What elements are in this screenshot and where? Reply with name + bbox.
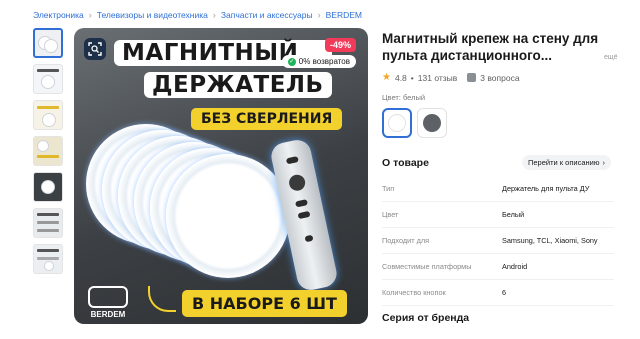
chevron-right-icon: › [212,10,216,20]
breadcrumb-item[interactable]: BERDEM [326,10,362,20]
product-title: Магнитный крепеж на стену для пульта дис… [382,31,599,63]
banner-title: МАГНИТНЫЙ ДЕРЖАТЕЛЬ [114,40,332,104]
thumbnail-list [33,28,65,280]
chevron-right-icon: › [317,10,321,20]
attribute-row: Цвет Белый [382,202,614,228]
chevron-right-icon: › [88,10,92,20]
visual-search-icon[interactable] [84,38,106,60]
about-heading: О товаре [382,157,429,169]
attributes-table: Тип Держатель для пульта ДУ Цвет Белый П… [382,176,614,306]
returns-badge: ✓ 0% возвратов [281,55,356,68]
color-swatch-white[interactable] [382,108,412,138]
thumbnail[interactable] [33,244,63,274]
breadcrumb-item[interactable]: Электроника [33,10,84,20]
thumbnail[interactable] [33,28,63,58]
rating-row: ★ 4.8 • 131 отзыв 3 вопроса [382,72,520,83]
to-description-label: Перейти к описанию [528,158,600,167]
brand-mark-icon [88,286,128,308]
attribute-row: Тип Держатель для пульта ДУ [382,176,614,202]
banner-line2: ДЕРЖАТЕЛЬ [144,72,332,98]
to-description-button[interactable]: Перейти к описанию › [522,155,611,170]
rating-value: 4.8 [394,72,407,83]
thumbnail[interactable] [33,100,63,130]
thumbnail[interactable] [33,208,63,238]
attribute-row: Совместимые платформы Android [382,254,614,280]
attribute-row: Подходит для Samsung, TCL, Xiaomi, Sony [382,228,614,254]
no-drilling-chip: БЕЗ СВЕРЛЕНИЯ [191,108,343,130]
arrow-icon [148,286,176,312]
breadcrumb: Электроника › Телевизоры и видеотехника … [33,10,362,20]
reviews-link[interactable]: 131 отзыв [418,73,458,83]
questions-link[interactable]: 3 вопроса [480,73,519,83]
thumbnail[interactable] [33,136,63,166]
attribute-key: Подходит для [382,236,430,245]
color-dot [423,114,441,132]
returns-label: 0% возвратов [298,57,350,66]
discount-badge: -49% [324,38,356,52]
breadcrumb-item[interactable]: Телевизоры и видеотехника [97,10,208,20]
attribute-row: Количество кнопок 6 [382,280,614,306]
thumbnail[interactable] [33,172,63,202]
attribute-value: Белый [502,210,525,219]
set-count-chip: В НАБОРЕ 6 ШТ [182,290,347,317]
thumbnail[interactable] [33,64,63,94]
color-dot [388,114,406,132]
attribute-value: Android [502,262,528,271]
star-icon: ★ [382,72,391,83]
attribute-key: Тип [382,184,395,193]
attribute-value: Samsung, TCL, Xiaomi, Sony [502,236,598,245]
chevron-right-icon: › [602,158,605,167]
more-link[interactable]: ещё [604,54,618,61]
attribute-key: Цвет [382,210,399,219]
main-product-image[interactable]: МАГНИТНЫЙ ДЕРЖАТЕЛЬ БЕЗ СВЕРЛЕНИЯ В НАБО… [74,28,368,324]
brand-series-heading: Серия от бренда [382,312,470,324]
questions-icon [467,73,477,82]
color-label: Цвет: белый [382,93,426,102]
color-swatch-gray[interactable] [417,108,447,138]
dot-separator: • [410,72,414,83]
attribute-value: 6 [502,288,507,297]
breadcrumb-item[interactable]: Запчасти и аксессуары [221,10,313,20]
brand-name: BERDEM [90,310,126,319]
attribute-key: Количество кнопок [382,288,446,297]
check-icon: ✓ [287,57,296,66]
brand-logo: BERDEM [84,286,132,319]
attribute-key: Совместимые платформы [382,262,472,271]
attribute-value: Держатель для пульта ДУ [502,184,590,193]
